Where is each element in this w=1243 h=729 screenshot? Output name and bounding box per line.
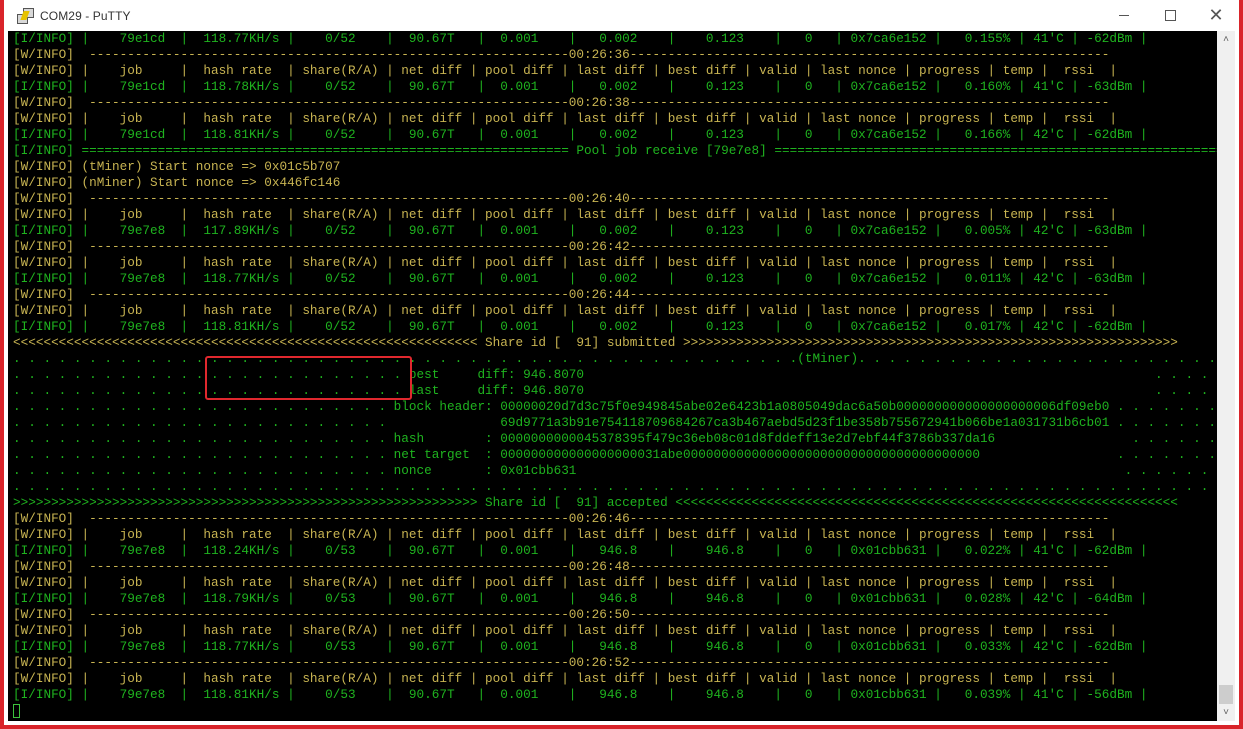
terminal-line: . . . . . . . . . . . . . . . . . . . . … [13, 383, 1221, 398]
chevron-up-icon: ˄ [1223, 34, 1229, 45]
terminal-lines: [I/INFO] | 79e1cd | 118.77KH/s | 0/52 | … [13, 31, 1221, 719]
terminal-line: >>>>>>>>>>>>>>>>>>>>>>>>>>>>>>>>>>>>>>>>… [13, 495, 1178, 510]
terminal-line: [I/INFO] | 79e7e8 | 117.89KH/s | 0/52 | … [13, 223, 1148, 238]
terminal-line: [W/INFO] | job | hash rate | share(R/A) … [13, 111, 1117, 126]
terminal-line: [I/INFO] | 79e1cd | 118.77KH/s | 0/52 | … [13, 31, 1148, 46]
terminal-line: [W/INFO] | job | hash rate | share(R/A) … [13, 575, 1117, 590]
terminal-line: [W/INFO] -------------------------------… [13, 191, 1110, 206]
terminal-line: . . . . . . . . . . . . . . . . . . . . … [13, 399, 1216, 414]
maximize-icon [1164, 10, 1176, 21]
chevron-down-icon: ˅ [1223, 707, 1229, 718]
scrollbar-thumb[interactable] [1219, 685, 1233, 704]
terminal-line: [W/INFO] -------------------------------… [13, 607, 1110, 622]
putty-window: COM29 - PuTTY ✕ [I/INFO] | 79e1cd | 118.… [0, 0, 1243, 729]
window-title: COM29 - PuTTY [40, 8, 131, 23]
window-controls: ✕ [1101, 0, 1239, 31]
terminal-line: . . . . . . . . . . . . . . . . . . . . … [13, 415, 1216, 430]
title-bar[interactable]: COM29 - PuTTY ✕ [4, 0, 1239, 31]
terminal-line: [W/INFO] | job | hash rate | share(R/A) … [13, 63, 1117, 78]
minimize-icon [1119, 15, 1129, 16]
putty-app-icon[interactable] [17, 7, 34, 24]
terminal-line: [W/INFO] | job | hash rate | share(R/A) … [13, 303, 1117, 318]
diff-highlight-box [205, 356, 412, 400]
terminal-output[interactable]: [I/INFO] | 79e1cd | 118.77KH/s | 0/52 | … [8, 31, 1221, 721]
terminal-line: [I/INFO] | 79e7e8 | 118.79KH/s | 0/53 | … [13, 591, 1148, 606]
terminal-line: . . . . . . . . . . . . . . . . . . . . … [13, 367, 1221, 382]
terminal-line: [W/INFO] -------------------------------… [13, 239, 1110, 254]
scroll-up-button[interactable]: ˄ [1217, 31, 1235, 48]
text-cursor [13, 703, 20, 718]
maximize-button[interactable] [1147, 0, 1193, 31]
terminal-line: [W/INFO] -------------------------------… [13, 287, 1110, 302]
terminal-line: . . . . . . . . . . . . . . . . . . . . … [13, 351, 1216, 366]
terminal-line: [I/INFO] | 79e1cd | 118.78KH/s | 0/52 | … [13, 79, 1148, 94]
terminal-line: [I/INFO] | 79e7e8 | 118.77KH/s | 0/52 | … [13, 271, 1148, 286]
terminal-line: [I/INFO] | 79e7e8 | 118.24KH/s | 0/53 | … [13, 543, 1148, 558]
terminal-line: [I/INFO] | 79e7e8 | 118.77KH/s | 0/53 | … [13, 639, 1148, 654]
terminal-line: [W/INFO] | job | hash rate | share(R/A) … [13, 207, 1117, 222]
minimize-button[interactable] [1101, 0, 1147, 31]
close-button[interactable]: ✕ [1193, 0, 1239, 31]
terminal-line: <<<<<<<<<<<<<<<<<<<<<<<<<<<<<<<<<<<<<<<<… [13, 335, 1178, 350]
terminal-line: [W/INFO] | job | hash rate | share(R/A) … [13, 671, 1117, 686]
terminal-line: [I/INFO] | 79e7e8 | 118.81KH/s | 0/52 | … [13, 319, 1148, 334]
terminal-line: . . . . . . . . . . . . . . . . . . . . … [13, 479, 1221, 494]
terminal-line: [W/INFO] -------------------------------… [13, 47, 1110, 62]
terminal-line: [W/INFO] -------------------------------… [13, 559, 1110, 574]
close-icon: ✕ [1208, 5, 1224, 25]
terminal-line: [W/INFO] | job | hash rate | share(R/A) … [13, 623, 1117, 638]
terminal-line: . . . . . . . . . . . . . . . . . . . . … [13, 447, 1216, 462]
vertical-scrollbar[interactable]: ˄ ˅ [1217, 31, 1235, 721]
terminal-cursor-line[interactable] [13, 703, 1221, 719]
scroll-down-button[interactable]: ˅ [1217, 704, 1235, 721]
terminal-line: [I/INFO] ===============================… [13, 143, 1221, 158]
terminal-line: [W/INFO] | job | hash rate | share(R/A) … [13, 527, 1117, 542]
terminal-line: . . . . . . . . . . . . . . . . . . . . … [13, 463, 1221, 478]
terminal-line: [W/INFO] (nMiner) Start nonce => 0x446fc… [13, 175, 341, 190]
terminal-line: [I/INFO] | 79e7e8 | 118.81KH/s | 0/53 | … [13, 687, 1148, 702]
terminal-line: [W/INFO] -------------------------------… [13, 95, 1110, 110]
terminal-line: . . . . . . . . . . . . . . . . . . . . … [13, 431, 1216, 446]
terminal-line: [W/INFO] (tMiner) Start nonce => 0x01c5b… [13, 159, 341, 174]
terminal-line: [W/INFO] | job | hash rate | share(R/A) … [13, 255, 1117, 270]
terminal-line: [W/INFO] -------------------------------… [13, 655, 1110, 670]
terminal-line: [I/INFO] | 79e1cd | 118.81KH/s | 0/52 | … [13, 127, 1148, 142]
terminal-line: [W/INFO] -------------------------------… [13, 511, 1110, 526]
